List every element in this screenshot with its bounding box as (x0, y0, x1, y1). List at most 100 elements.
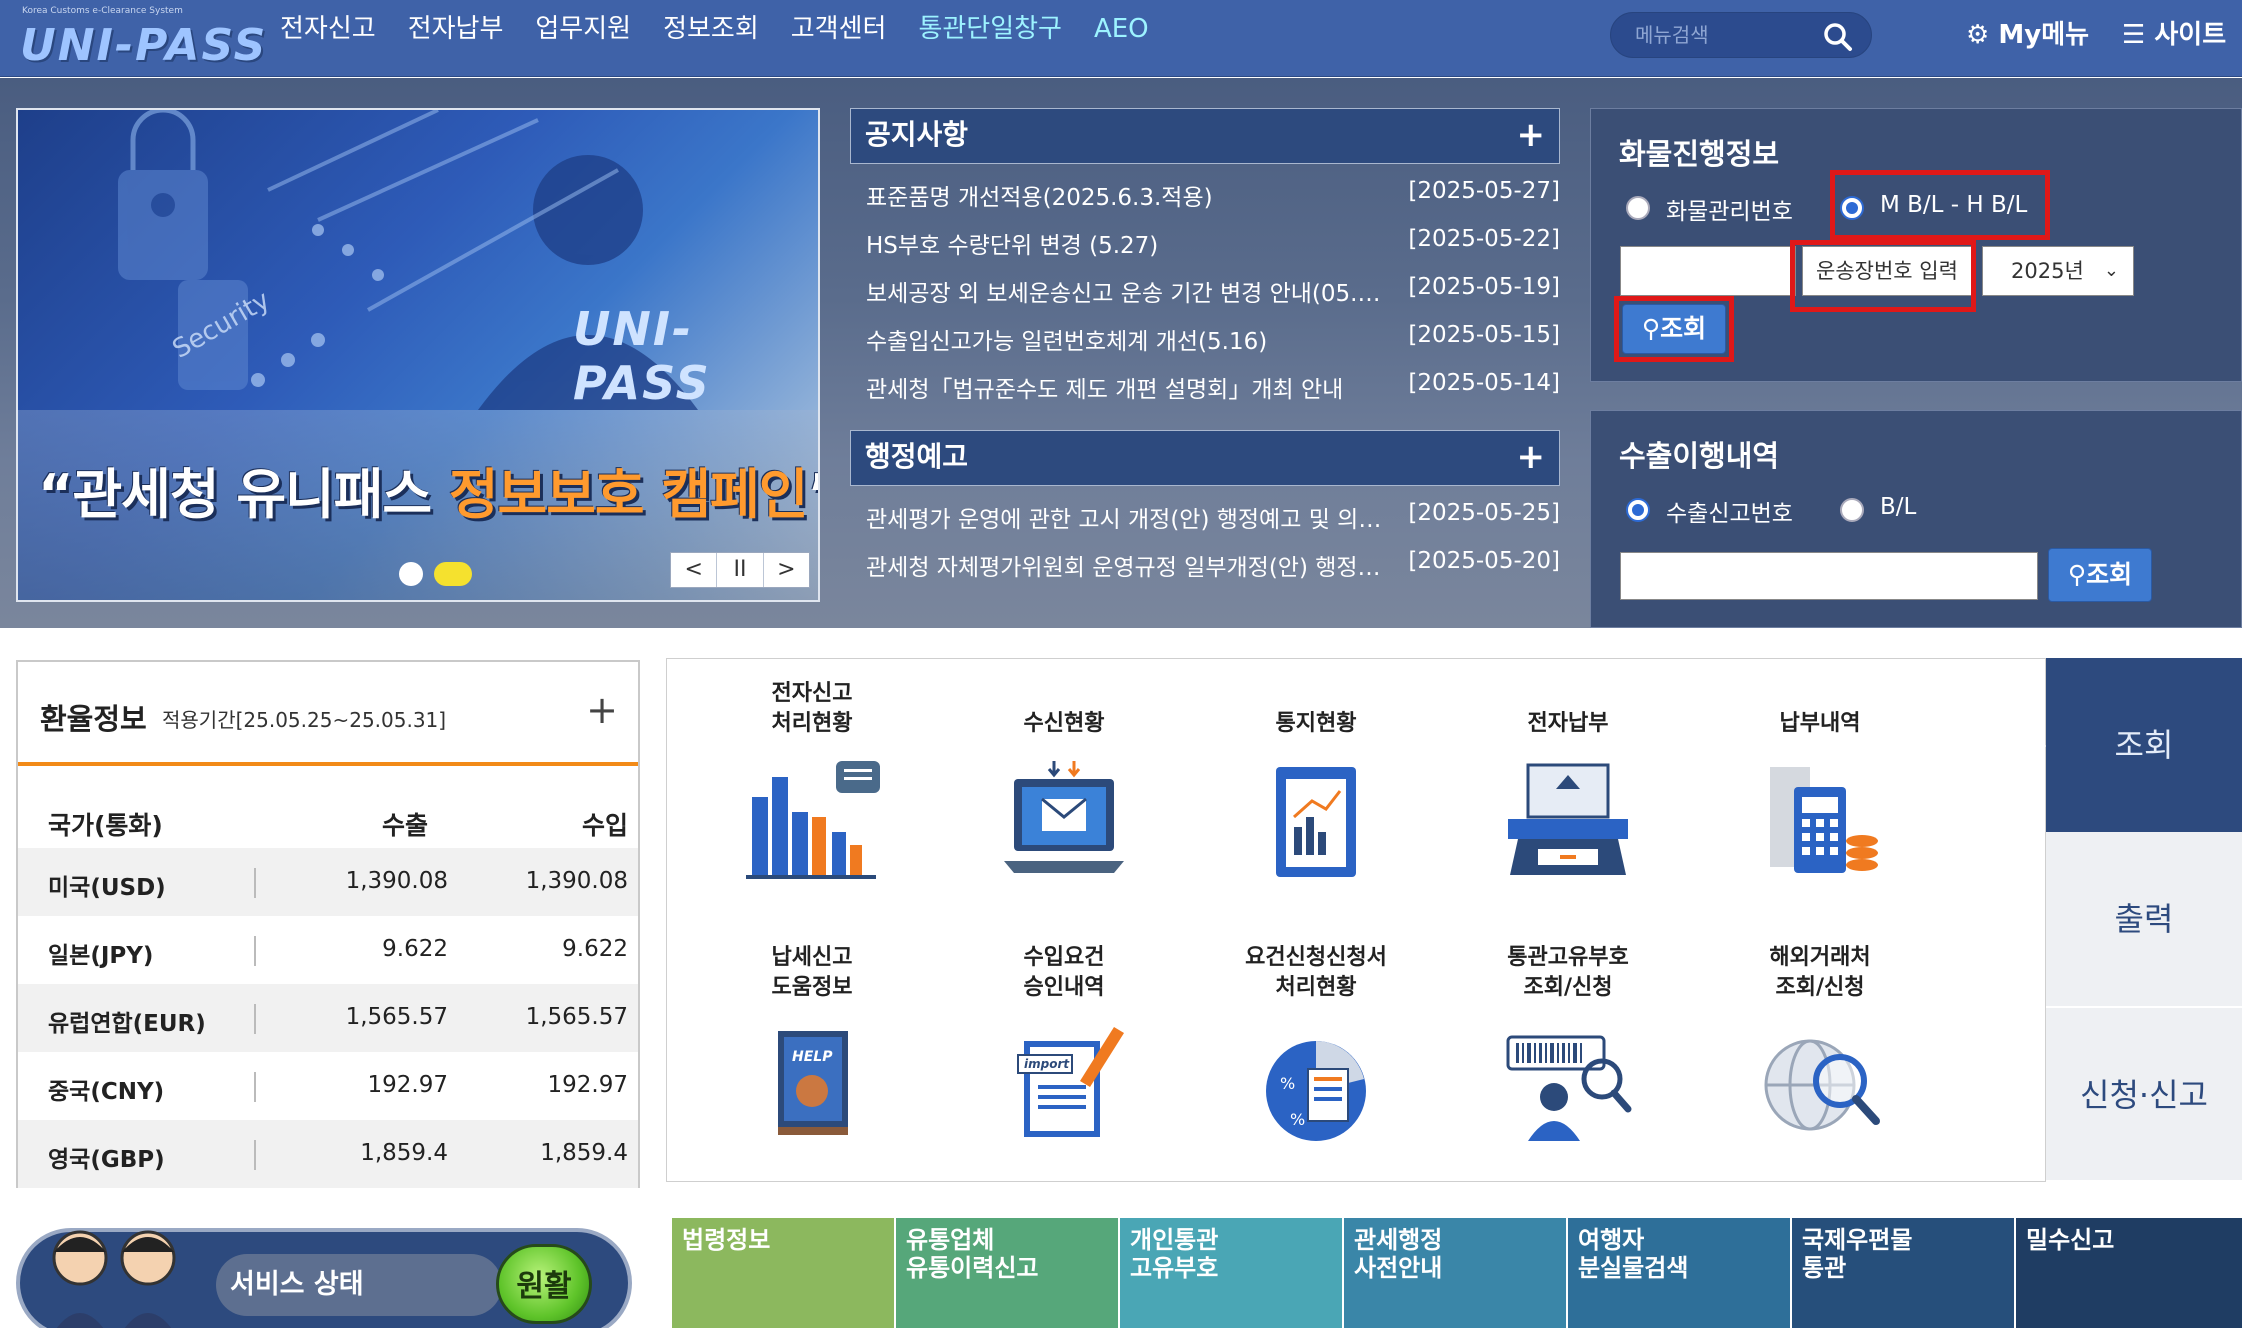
laptop-mail-icon (1004, 761, 1124, 873)
export-declaration-radio-label: 수출신고번호 (1666, 501, 1793, 527)
banner-prev-button[interactable]: < (671, 553, 718, 587)
nav-business-support[interactable]: 업무지원 (535, 12, 631, 46)
banner-title-post: ” (807, 463, 818, 526)
banner-pause-button[interactable]: II (717, 553, 764, 587)
bl-radio[interactable] (1840, 498, 1864, 522)
cargo-number-radio[interactable] (1626, 196, 1650, 220)
mascot-characters-icon (52, 1230, 176, 1328)
highlight-waybill-input (1790, 240, 1976, 312)
nav-customer-center[interactable]: 고객센터 (791, 12, 887, 46)
service-status-value: 원활 (496, 1244, 592, 1324)
menu-search-input[interactable] (1635, 23, 1825, 47)
notice-item[interactable]: HS부호 수량단위 변경 (5.27) [2025-05-22] (866, 226, 1560, 260)
svg-text:import: import (1024, 1057, 1070, 1071)
tab-print[interactable]: 출력 (2046, 832, 2242, 1006)
service-item[interactable]: 전자납부 (1453, 675, 1683, 891)
exchange-rate-period: 적용기간[25.05.25~25.05.31] (162, 708, 447, 732)
orange-divider (18, 762, 638, 766)
exchange-rate-more-button[interactable]: + (586, 688, 618, 732)
service-label: 해외거래처 조회/신청 (1769, 945, 1871, 1000)
unipass-logo[interactable]: UNI-PASS (20, 20, 267, 71)
banner-next-button[interactable]: > (764, 553, 809, 587)
globe-search-icon (1764, 1039, 1880, 1131)
table-row: 일본(JPY) 9.622 9.622 (18, 916, 638, 984)
tab-inquiry[interactable]: 조회 (2046, 658, 2242, 832)
banner-dot-2[interactable] (434, 562, 472, 586)
banner-logo: UNI-PASS (573, 302, 711, 410)
notice-more-button[interactable]: + (1517, 109, 1546, 161)
service-item[interactable]: 통관고유부호 조회/신청 (1453, 939, 1683, 1155)
service-label: 통지현황 (1275, 711, 1357, 736)
service-item[interactable]: 통지현황 (1201, 675, 1431, 891)
banner-controls: < II > (670, 552, 810, 588)
service-status-label: 서비스 상태 (216, 1254, 502, 1316)
tile-legal-info[interactable]: 법령정보 (672, 1218, 894, 1328)
col-country: 국가(통화) (48, 811, 163, 840)
banner-dot-1[interactable] (399, 562, 423, 586)
service-item[interactable]: 전자신고 처리현황 (697, 675, 927, 891)
notice-item[interactable]: 관세청「법규준수도 제도 개편 설명회」개최 안내 [2025-05-14] (866, 370, 1560, 404)
table-row: 유럽연합(EUR) 1,565.57 1,565.57 (18, 984, 638, 1052)
sitemap-label: 사이트 (2154, 20, 2227, 50)
import-document-icon: import (1017, 1027, 1124, 1137)
service-category-tabs: 조회 출력 신청·신고 (2034, 658, 2242, 1182)
admin-notice-item[interactable]: 관세평가 운영에 관한 고시 개정(안) 행정예고 및 의… [2025-05-2… (866, 500, 1560, 534)
nav-aeo[interactable]: AEO (1094, 12, 1149, 46)
rate-country: 영국(GBP) (48, 1147, 165, 1173)
divider (254, 868, 256, 898)
notice-item[interactable]: 보세공장 외 보세운송신고 운송 기간 변경 안내(05.… [2025-05-1… (866, 274, 1560, 308)
tile-distribution-report[interactable]: 유통업체 유통이력신고 (896, 1218, 1118, 1328)
divider (254, 1140, 256, 1170)
search-icon[interactable] (1823, 22, 1853, 52)
admin-notice-more-button[interactable]: + (1517, 431, 1546, 483)
nav-single-window[interactable]: 통관단일창구 (918, 12, 1062, 46)
rate-country: 유럽연합(EUR) (48, 1011, 206, 1037)
rate-import: 1,565.57 (525, 1004, 628, 1030)
notice-item-date: [2025-05-15] (1408, 322, 1560, 348)
payment-terminal-icon (1508, 763, 1628, 875)
tile-personal-customs-code[interactable]: 개인통관 고유부호 (1120, 1218, 1342, 1328)
service-label: 요건신청신청서 처리현황 (1245, 945, 1387, 1000)
nav-e-payment[interactable]: 전자납부 (408, 12, 504, 46)
tile-smuggling-report[interactable]: 밀수신고 (2016, 1218, 2242, 1328)
divider (254, 1004, 256, 1034)
tile-international-mail[interactable]: 국제우편물 통관 (1792, 1218, 2014, 1328)
cargo-mbl-input[interactable] (1620, 246, 1796, 296)
admin-notice-header: 행정예고 + (850, 430, 1560, 486)
notice-header: 공지사항 + (850, 108, 1560, 164)
table-row: 영국(GBP) 1,859.4 1,859.4 (18, 1120, 638, 1188)
service-item[interactable]: 수신현황 (949, 675, 1179, 891)
campaign-banner[interactable]: Security UNI-PASS “관세청 유니패스 정보보호 캠페인” < … (16, 108, 820, 602)
search-icon: ⚲ (2067, 560, 2087, 589)
col-import: 수입 (581, 811, 628, 840)
nav-info-inquiry[interactable]: 정보조회 (663, 12, 759, 46)
year-select[interactable]: 2025년 ⌄ (1982, 246, 2134, 296)
my-menu-button[interactable]: ⚙ My메뉴 (1966, 14, 2089, 51)
service-item[interactable]: 납부내역 (1705, 675, 1935, 891)
service-item[interactable]: 수입요건 승인내역 import (949, 939, 1179, 1155)
admin-notice-item-date: [2025-05-20] (1408, 548, 1560, 574)
service-item[interactable]: 해외거래처 조회/신청 (1705, 939, 1935, 1155)
col-export: 수출 (381, 811, 428, 840)
service-status-bar: 서비스 상태 원활 (16, 1228, 632, 1328)
service-item[interactable]: 납세신고 도움정보 HELP (697, 939, 927, 1155)
notice-item-title: 관세청「법규준수도 제도 개편 설명회」개최 안내 (866, 377, 1344, 403)
sitemap-button[interactable]: ☰ 사이트 (2122, 14, 2226, 51)
export-number-input[interactable] (1620, 552, 2038, 600)
top-navigation-bar: Korea Customs e-Clearance System UNI-PAS… (0, 0, 2242, 77)
highlight-mbl-radio (1830, 170, 2050, 240)
tile-traveler-lost-items[interactable]: 여행자 분실물검색 (1568, 1218, 1790, 1328)
notice-item[interactable]: 표준품명 개선적용(2025.6.3.적용) [2025-05-27] (866, 178, 1560, 212)
notice-item[interactable]: 수출입신고가능 일련번호체계 개선(5.16) [2025-05-15] (866, 322, 1560, 356)
tab-application[interactable]: 신청·신고 (2046, 1006, 2242, 1180)
export-search-button[interactable]: ⚲조회 (2048, 548, 2152, 602)
rate-import: 192.97 (547, 1072, 628, 1098)
nav-e-declaration[interactable]: 전자신고 (280, 12, 376, 46)
admin-notice-item[interactable]: 관세청 자체평가위원회 운영규정 일부개정(안) 행정… [2025-05-20] (866, 548, 1560, 582)
service-label: 납세신고 도움정보 (771, 945, 853, 1000)
export-declaration-radio[interactable] (1626, 498, 1650, 522)
tile-customs-admin-guide[interactable]: 관세행정 사전안내 (1344, 1218, 1566, 1328)
admin-notice-item-title: 관세청 자체평가위원회 운영규정 일부개정(안) 행정… (866, 555, 1381, 581)
service-item[interactable]: 요건신청신청서 처리현황 %% (1201, 939, 1431, 1155)
exchange-rate-panel: 환율정보 적용기간[25.05.25~25.05.31] + 국가(통화) 수출… (16, 660, 640, 1188)
